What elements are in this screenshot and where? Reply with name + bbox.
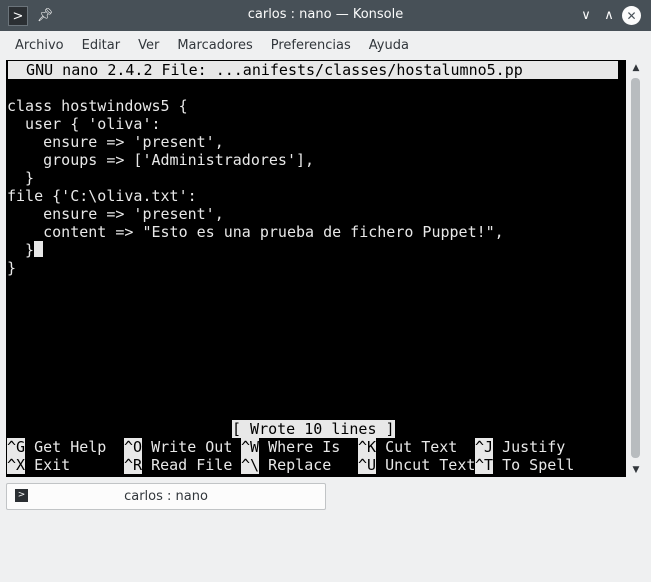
- menu-ayuda[interactable]: Ayuda: [360, 38, 418, 53]
- shortcut-key: ^G: [7, 438, 26, 456]
- scrollbar[interactable]: ▲ ▼: [628, 60, 643, 477]
- shortcut-label: Where Is: [259, 438, 341, 456]
- shortcut-key: ^T: [475, 456, 494, 474]
- editor-line-2[interactable]: class hostwindows5 {: [7, 97, 188, 115]
- editor-line-3[interactable]: user { 'oliva':: [7, 115, 160, 133]
- shortcut-label: Uncut Text: [376, 456, 476, 474]
- tab-bar: > carlos : nano: [0, 479, 651, 515]
- window-title: carlos : nano — Konsole: [247, 7, 404, 22]
- title-bar[interactable]: > 📌︎ carlos : nano — Konsole ∨ ∧ ✕: [0, 0, 651, 31]
- shortcut-read-file[interactable]: ^R Read File: [124, 456, 232, 474]
- menu-preferencias[interactable]: Preferencias: [262, 38, 360, 53]
- menu-editar[interactable]: Editar: [73, 38, 130, 53]
- editor-line-10-text: }: [7, 241, 35, 259]
- editor-line-9[interactable]: content => "Esto es una prueba de ficher…: [7, 223, 504, 241]
- menu-archivo[interactable]: Archivo: [0, 38, 73, 53]
- editor-line-8[interactable]: ensure => 'present',: [7, 205, 224, 223]
- shortcut-get-help[interactable]: ^G Get Help: [7, 438, 106, 456]
- shortcut-where-is[interactable]: ^W Where Is: [241, 438, 340, 456]
- text-cursor: [34, 241, 44, 257]
- tab-label: carlos : nano: [124, 489, 208, 504]
- shortcut-key: ^O: [124, 438, 143, 456]
- scroll-up-icon[interactable]: ▲: [629, 62, 643, 74]
- shortcut-label: Exit: [25, 456, 71, 474]
- shortcut-key: ^R: [124, 456, 143, 474]
- shortcut-label: Cut Text: [376, 438, 458, 456]
- nano-header: GNU nano 2.4.2 File: ...anifests/classes…: [8, 61, 618, 79]
- editor-line-7[interactable]: file {'C:\oliva.txt':: [7, 187, 197, 205]
- editor-line-4[interactable]: ensure => 'present',: [7, 133, 224, 151]
- shortcut-label: Get Help: [25, 438, 107, 456]
- chevron-up-icon[interactable]: ∧: [599, 5, 619, 25]
- scrollbar-thumb[interactable]: [631, 78, 640, 458]
- shortcut-label: Write Out: [142, 438, 233, 456]
- shortcut-write-out[interactable]: ^O Write Out: [124, 438, 232, 456]
- chevron-down-icon[interactable]: ∨: [576, 5, 596, 25]
- terminal-view[interactable]: GNU nano 2.4.2 File: ...anifests/classes…: [6, 60, 626, 477]
- menu-marcadores[interactable]: Marcadores: [168, 38, 261, 53]
- shortcut-key: ^W: [241, 438, 260, 456]
- close-icon[interactable]: ✕: [622, 6, 641, 25]
- shortcut-row-2: ^X Exit ^R Read File ^\ Replace ^U Uncut…: [7, 456, 574, 474]
- shortcut-label: Replace: [259, 456, 332, 474]
- shortcut-key: ^U: [358, 456, 377, 474]
- editor-line-11[interactable]: }: [7, 259, 16, 277]
- shortcut-justify[interactable]: ^J Justify: [475, 438, 565, 456]
- shortcut-label: Read File: [142, 456, 233, 474]
- menu-bar: Archivo Editar Ver Marcadores Preferenci…: [0, 31, 651, 59]
- editor-line-10[interactable]: }: [7, 241, 44, 259]
- scroll-down-icon[interactable]: ▼: [629, 464, 643, 476]
- shortcut-row-1: ^G Get Help ^O Write Out ^W Where Is ^K …: [7, 438, 565, 456]
- shortcut-to-spell[interactable]: ^T To Spell: [475, 456, 574, 474]
- shortcut-key: ^\: [241, 456, 260, 474]
- shortcut-key: ^J: [475, 438, 494, 456]
- menu-ver[interactable]: Ver: [129, 38, 168, 53]
- editor-line-5[interactable]: groups => ['Administradores'],: [7, 151, 314, 169]
- editor-line-6[interactable]: }: [7, 169, 34, 187]
- shortcut-key: ^X: [7, 456, 26, 474]
- shortcut-label: To Spell: [493, 456, 575, 474]
- tab-carlos-nano[interactable]: > carlos : nano: [6, 483, 326, 510]
- shortcut-cut-text[interactable]: ^K Cut Text: [358, 438, 457, 456]
- shortcut-label: Justify: [493, 438, 566, 456]
- shortcut-replace[interactable]: ^\ Replace: [241, 456, 331, 474]
- shortcut-key: ^K: [358, 438, 377, 456]
- shortcut-uncut-text[interactable]: ^U Uncut Text: [358, 456, 475, 474]
- status-message: [ Wrote 10 lines ]: [232, 420, 395, 438]
- shortcut-exit[interactable]: ^X Exit: [7, 456, 70, 474]
